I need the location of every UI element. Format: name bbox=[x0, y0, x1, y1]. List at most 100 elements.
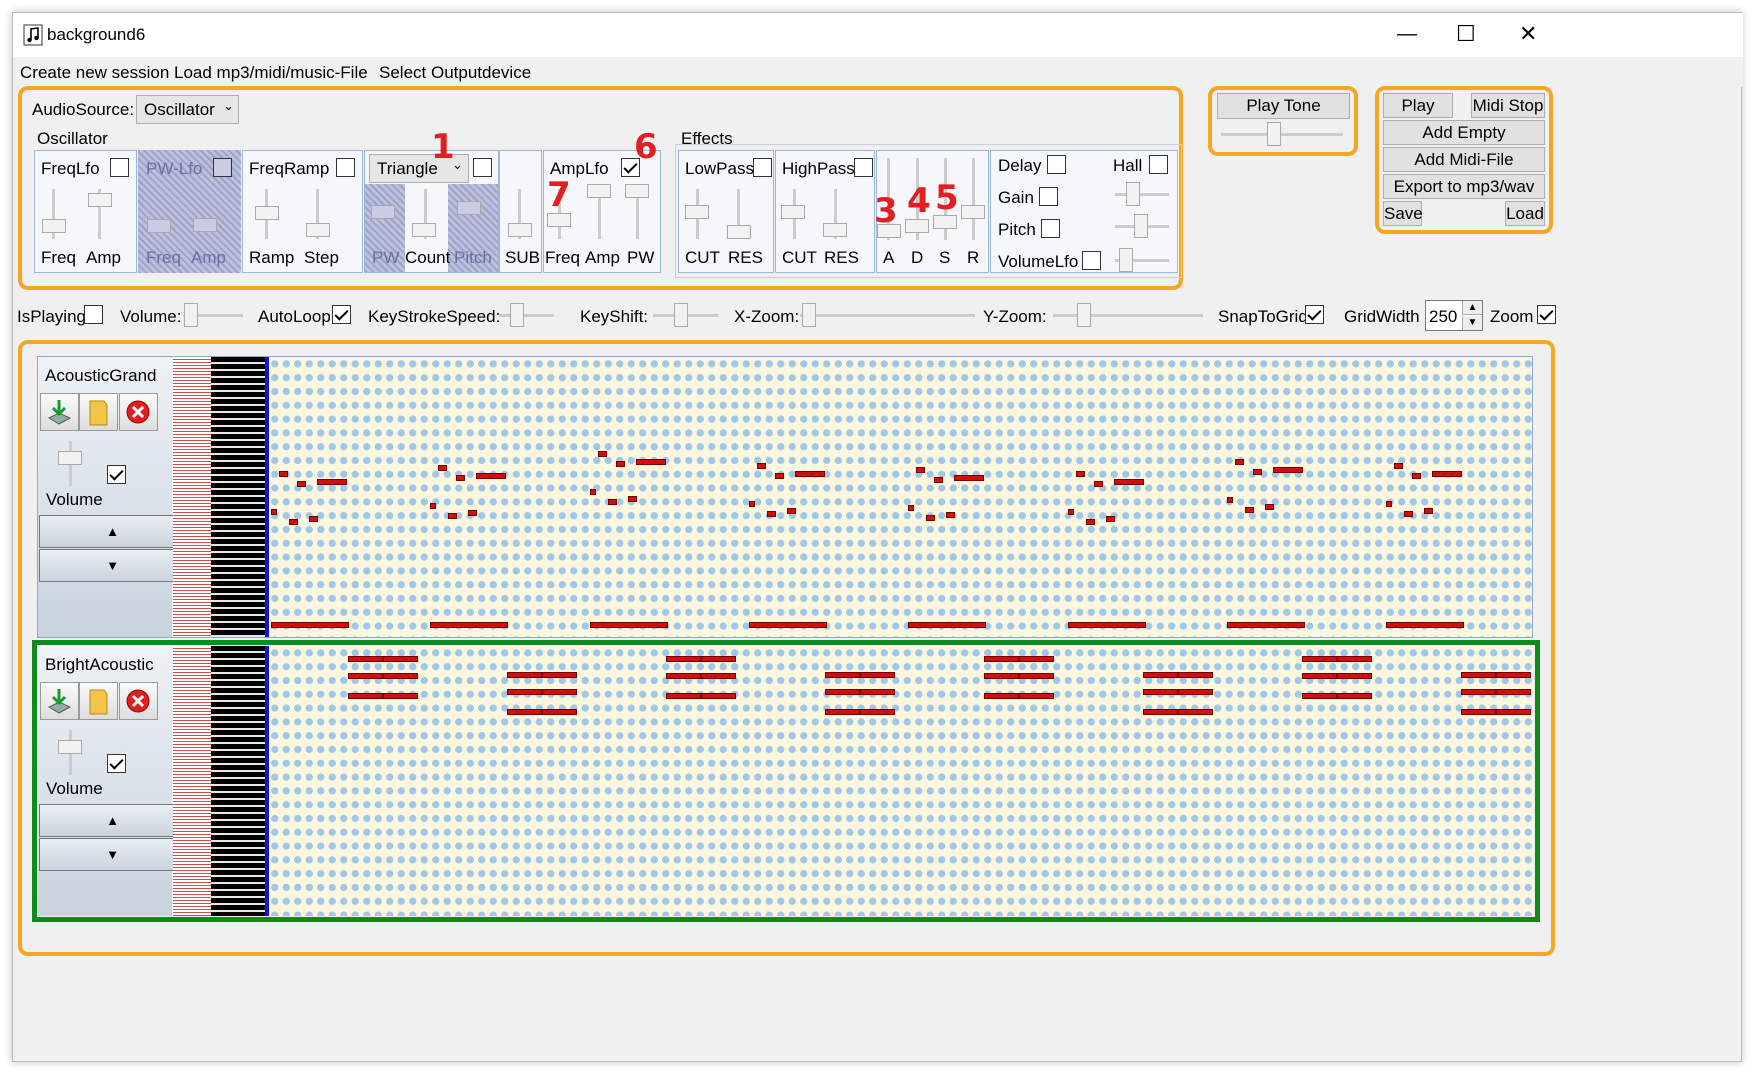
zoom-checkbox[interactable] bbox=[1537, 305, 1556, 324]
track-enable-checkbox[interactable] bbox=[107, 465, 126, 484]
note-block[interactable] bbox=[383, 673, 418, 679]
note-block[interactable] bbox=[627, 496, 637, 502]
note-block[interactable] bbox=[1067, 509, 1074, 515]
track-volume-slider[interactable] bbox=[58, 451, 82, 465]
pitch-slider[interactable] bbox=[457, 201, 481, 215]
note-block[interactable] bbox=[666, 673, 701, 679]
menu-select-output[interactable]: Select Outputdevice bbox=[379, 63, 531, 83]
piano-black-keys[interactable] bbox=[211, 646, 265, 916]
note-block[interactable] bbox=[1019, 673, 1054, 679]
freqlfo-freq-slider[interactable] bbox=[42, 219, 66, 233]
freqlfo-amp-slider[interactable] bbox=[88, 193, 112, 207]
note-block[interactable] bbox=[825, 689, 860, 695]
sub-slider[interactable] bbox=[508, 223, 532, 237]
note-block[interactable] bbox=[1067, 622, 1146, 628]
note-block[interactable] bbox=[984, 693, 1019, 699]
hall-slider-1[interactable] bbox=[1126, 182, 1140, 206]
note-block[interactable] bbox=[297, 481, 306, 487]
note-block[interactable] bbox=[774, 473, 784, 479]
note-block[interactable] bbox=[1337, 693, 1372, 699]
note-block[interactable] bbox=[348, 656, 383, 662]
track-up-button[interactable]: ▲ bbox=[39, 515, 186, 548]
note-block[interactable] bbox=[430, 503, 437, 509]
note-block[interactable] bbox=[635, 459, 666, 465]
note-block[interactable] bbox=[1143, 672, 1178, 678]
add-empty-sequenzer-button[interactable]: Add Empty Sequenzer bbox=[1383, 120, 1545, 165]
note-block[interactable] bbox=[542, 709, 577, 715]
midi-stop-button[interactable]: Midi Stop bbox=[1471, 93, 1545, 118]
note-block[interactable] bbox=[279, 471, 288, 477]
hall-checkbox[interactable] bbox=[1149, 155, 1168, 174]
pwlfo-checkbox[interactable] bbox=[213, 158, 232, 177]
amplfo-amp-slider[interactable] bbox=[587, 184, 611, 198]
note-block[interactable] bbox=[701, 693, 736, 699]
import-icon[interactable] bbox=[40, 393, 79, 431]
play-midi-button[interactable]: Play Midi bbox=[1383, 93, 1453, 138]
menu-load-file[interactable]: Load mp3/midi/music-File bbox=[174, 63, 368, 83]
note-block[interactable] bbox=[825, 709, 860, 715]
note-grid[interactable] bbox=[269, 357, 1532, 637]
note-block[interactable] bbox=[934, 477, 944, 483]
lowpass-res-slider[interactable] bbox=[727, 225, 751, 239]
note-block[interactable] bbox=[507, 709, 542, 715]
hall-slider-2[interactable] bbox=[1134, 214, 1148, 238]
export-button[interactable]: Export to mp3/wav bbox=[1383, 174, 1545, 199]
note-block[interactable] bbox=[1178, 709, 1213, 715]
piano-black-keys[interactable] bbox=[211, 357, 265, 637]
decay-slider[interactable] bbox=[905, 219, 929, 233]
play-tone-button[interactable]: Play Tone bbox=[1217, 93, 1350, 119]
note-block[interactable] bbox=[1432, 471, 1463, 477]
freqramp-ramp-slider[interactable] bbox=[255, 206, 279, 220]
note-block[interactable] bbox=[1461, 672, 1496, 678]
note-block[interactable] bbox=[916, 467, 926, 473]
load-button[interactable]: Load bbox=[1505, 201, 1545, 226]
folder-icon[interactable] bbox=[79, 682, 118, 720]
note-block[interactable] bbox=[701, 673, 736, 679]
note-block[interactable] bbox=[1143, 709, 1178, 715]
freqlfo-checkbox[interactable] bbox=[110, 158, 129, 177]
note-block[interactable] bbox=[756, 463, 766, 469]
pwlfo-amp-slider[interactable] bbox=[193, 218, 217, 232]
note-block[interactable] bbox=[926, 515, 936, 521]
note-block[interactable] bbox=[946, 512, 956, 518]
note-block[interactable] bbox=[507, 689, 542, 695]
note-block[interactable] bbox=[383, 656, 418, 662]
yzoom-slider[interactable] bbox=[1077, 303, 1091, 327]
note-block[interactable] bbox=[748, 622, 827, 628]
note-block[interactable] bbox=[348, 673, 383, 679]
delete-icon[interactable] bbox=[119, 682, 158, 720]
import-icon[interactable] bbox=[40, 682, 79, 720]
note-block[interactable] bbox=[1019, 656, 1054, 662]
note-block[interactable] bbox=[597, 451, 607, 457]
maximize-button[interactable]: ☐ bbox=[1456, 21, 1476, 47]
minimize-button[interactable]: — bbox=[1397, 23, 1417, 46]
note-block[interactable] bbox=[589, 622, 668, 628]
note-block[interactable] bbox=[383, 693, 418, 699]
note-block[interactable] bbox=[908, 505, 915, 511]
note-block[interactable] bbox=[748, 501, 755, 507]
xzoom-slider[interactable] bbox=[802, 303, 816, 327]
note-block[interactable] bbox=[666, 693, 701, 699]
note-block[interactable] bbox=[1252, 469, 1262, 475]
note-block[interactable] bbox=[825, 672, 860, 678]
autoloop-checkbox[interactable] bbox=[332, 305, 351, 324]
note-block[interactable] bbox=[1113, 479, 1144, 485]
delete-icon[interactable] bbox=[119, 393, 158, 431]
note-block[interactable] bbox=[1386, 501, 1393, 507]
note-block[interactable] bbox=[1075, 471, 1085, 477]
note-block[interactable] bbox=[607, 499, 617, 505]
note-block[interactable] bbox=[954, 475, 985, 481]
piano-keys[interactable] bbox=[173, 646, 211, 916]
note-block[interactable] bbox=[448, 513, 458, 519]
track-volume-slider[interactable] bbox=[58, 740, 82, 754]
save-button[interactable]: Save bbox=[1383, 201, 1423, 226]
note-block[interactable] bbox=[1226, 622, 1305, 628]
note-block[interactable] bbox=[1412, 473, 1422, 479]
folder-icon[interactable] bbox=[79, 393, 118, 431]
note-block[interactable] bbox=[786, 508, 796, 514]
highpass-res-slider[interactable] bbox=[823, 223, 847, 237]
isplaying-checkbox[interactable] bbox=[84, 305, 103, 324]
keystroke-slider[interactable] bbox=[510, 303, 524, 327]
close-button[interactable]: ✕ bbox=[1519, 21, 1537, 47]
note-block[interactable] bbox=[860, 689, 895, 695]
